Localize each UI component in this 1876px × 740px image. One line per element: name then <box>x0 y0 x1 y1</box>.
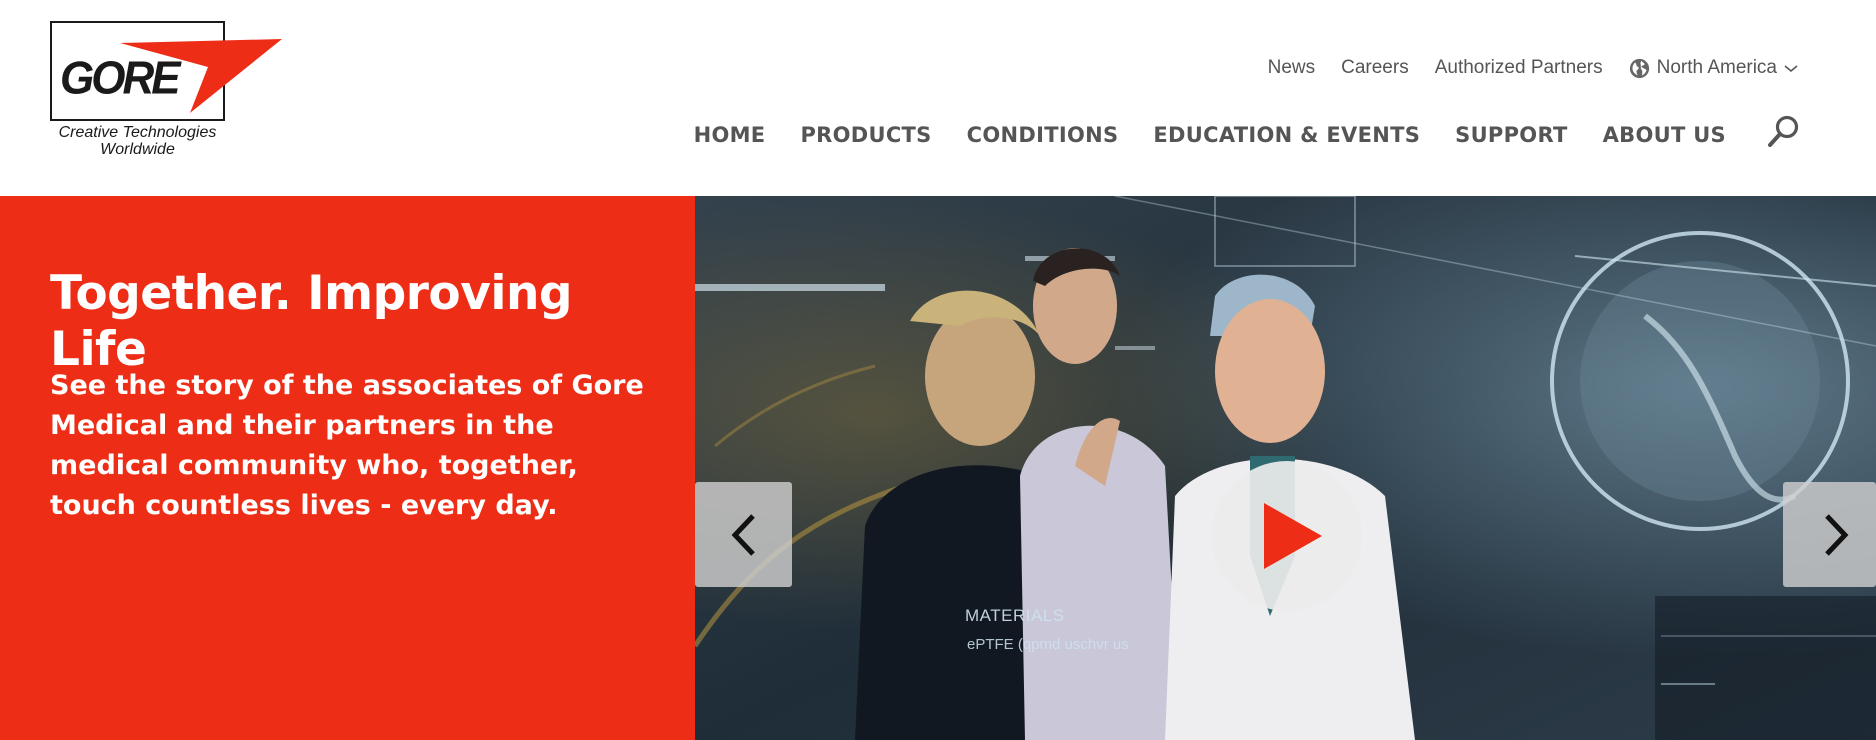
logo-tagline: Creative Technologies Worldwide <box>50 124 225 158</box>
hero-description: See the story of the associates of Gore … <box>50 370 644 521</box>
hero-text-panel: Together. Improving Life See the story o… <box>0 196 695 740</box>
logo-tagline-line1: Creative Technologies <box>58 124 217 141</box>
site-header: GORE Creative Technologies Worldwide New… <box>0 0 1876 196</box>
authorized-partners-link[interactable]: Authorized Partners <box>1435 57 1603 79</box>
logo-arrow-icon <box>120 39 282 113</box>
carousel-next-button[interactable] <box>1783 482 1876 587</box>
hero-banner: Together. Improving Life See the story o… <box>0 196 1876 740</box>
screen-overlay-title: MATERIALS <box>965 606 1065 625</box>
search-icon <box>1768 115 1799 147</box>
search-button[interactable] <box>1767 114 1801 148</box>
nav-home[interactable]: HOME <box>694 123 766 147</box>
hero-title: Together. Improving Life <box>50 266 573 377</box>
chevron-right-icon <box>1825 513 1849 556</box>
globe-icon <box>1629 58 1649 78</box>
nav-support[interactable]: SUPPORT <box>1455 123 1567 147</box>
news-link[interactable]: News <box>1268 57 1316 79</box>
nav-products[interactable]: PRODUCTS <box>800 123 931 147</box>
region-label: North America <box>1656 57 1777 78</box>
play-video-button[interactable] <box>1212 461 1362 611</box>
play-icon <box>1264 503 1322 569</box>
chevron-down-icon <box>1784 65 1798 73</box>
careers-link[interactable]: Careers <box>1341 57 1409 79</box>
chevron-left-icon <box>731 513 755 556</box>
main-nav: HOME PRODUCTS CONDITIONS EDUCATION & EVE… <box>659 123 1726 147</box>
screen-overlay-text: ePTFE (qpmd uschvr us <box>967 636 1129 653</box>
nav-education-events[interactable]: EDUCATION & EVENTS <box>1153 123 1420 147</box>
utility-nav: News Careers Authorized Partners North A… <box>1242 57 1798 79</box>
logo-tagline-line2: Worldwide <box>100 141 175 158</box>
carousel-prev-button[interactable] <box>695 482 792 587</box>
gore-logo[interactable]: GORE Creative Technologies Worldwide <box>50 21 282 166</box>
nav-conditions[interactable]: CONDITIONS <box>967 123 1119 147</box>
region-selector[interactable]: North America <box>1629 57 1798 79</box>
nav-about-us[interactable]: ABOUT US <box>1603 123 1726 147</box>
